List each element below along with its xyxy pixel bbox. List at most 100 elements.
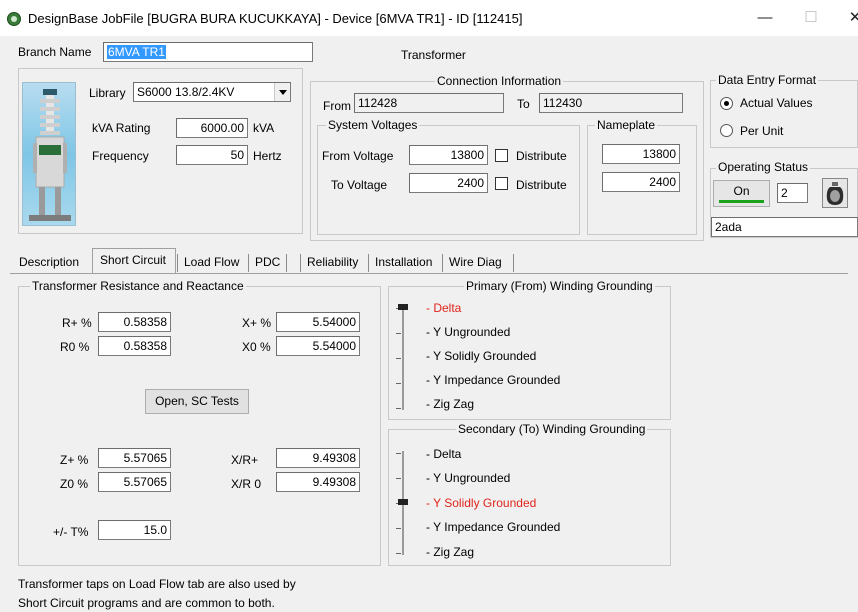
library-value: S6000 13.8/2.4KV: [137, 85, 235, 99]
tab-strip-border: [10, 273, 848, 274]
to-voltage-input[interactable]: 2400: [409, 173, 488, 193]
frequency-label: Frequency: [92, 149, 149, 163]
x-zero-input[interactable]: 5.54000: [276, 336, 360, 356]
z-zero-input[interactable]: 5.57065: [98, 472, 171, 492]
secondary-option-zig-zag[interactable]: - Zig Zag: [426, 545, 474, 559]
tab-reliability[interactable]: Reliability: [303, 252, 362, 274]
secondary-option-y-ungrounded[interactable]: - Y Ungrounded: [426, 471, 510, 485]
tab-load-flow[interactable]: Load Flow: [180, 252, 243, 274]
slider-tick: [396, 408, 401, 409]
primary-option-zig-zag[interactable]: - Zig Zag: [426, 397, 474, 411]
xr-pos-input[interactable]: 9.49308: [276, 448, 360, 468]
secondary-option-y-impedance-grounded[interactable]: - Y Impedance Grounded: [426, 520, 560, 534]
per-unit-radio[interactable]: [720, 124, 733, 137]
connection-title: Connection Information: [435, 74, 564, 88]
title-bar: DesignBase JobFile [BUGRA BURA KUCUKKAYA…: [0, 0, 858, 36]
primary-option-y-solidly-grounded[interactable]: - Y Solidly Grounded: [426, 349, 536, 363]
tab-description[interactable]: Description: [15, 252, 83, 274]
maximize-button[interactable]: ☐: [788, 4, 834, 32]
z-pos-label: Z+ %: [60, 453, 89, 467]
device-type-label: Transformer: [401, 48, 466, 62]
primary-option-y-impedance-grounded[interactable]: - Y Impedance Grounded: [426, 373, 560, 387]
xr-zero-input[interactable]: 9.49308: [276, 472, 360, 492]
minimize-button[interactable]: —: [742, 4, 788, 32]
tap-label: +/- T%: [53, 525, 89, 539]
x-pos-input[interactable]: 5.54000: [276, 312, 360, 332]
tab-installation[interactable]: Installation: [371, 252, 436, 274]
transformer-image: [22, 82, 76, 226]
tab-short-circuit[interactable]: Short Circuit: [96, 250, 170, 272]
tab-separator: [248, 254, 249, 272]
secondary-slider-thumb[interactable]: [398, 499, 408, 505]
to-voltage-label: To Voltage: [331, 178, 388, 192]
tab-separator: [513, 254, 514, 272]
from-voltage-input[interactable]: 13800: [409, 145, 488, 165]
frequency-unit: Hertz: [253, 149, 282, 163]
kva-rating-input[interactable]: 6000.00: [176, 118, 248, 138]
kva-unit: kVA: [253, 121, 275, 135]
xr-pos-label: X/R+: [231, 453, 259, 467]
library-label: Library: [89, 86, 126, 100]
branch-name-input[interactable]: 6MVA TR1: [103, 42, 313, 62]
z-pos-input[interactable]: 5.57065: [98, 448, 171, 468]
r-zero-input[interactable]: 0.58358: [98, 336, 171, 356]
z-zero-label: Z0 %: [60, 477, 89, 491]
r-pos-input[interactable]: 0.58358: [98, 312, 171, 332]
primary-option-y-ungrounded[interactable]: - Y Ungrounded: [426, 325, 510, 339]
footer-note-line-1: Transformer taps on Load Flow tab are al…: [18, 577, 296, 591]
frequency-input[interactable]: 50: [176, 145, 248, 165]
tab-separator: [442, 254, 443, 272]
r-pos-label: R+ %: [62, 316, 92, 330]
window-title: DesignBase JobFile [BUGRA BURA KUCUKKAYA…: [28, 11, 523, 26]
x-pos-label: X+ %: [242, 316, 272, 330]
primary-slider-track[interactable]: [402, 306, 404, 410]
tab-separator: [286, 254, 287, 272]
library-select[interactable]: S6000 13.8/2.4KV: [133, 82, 291, 102]
slider-tick: [396, 453, 401, 454]
slider-tick: [396, 553, 401, 554]
data-entry-title: Data Entry Format: [716, 73, 819, 87]
actual-values-label: Actual Values: [740, 96, 813, 110]
from-label: From: [323, 99, 351, 113]
slider-tick: [396, 358, 401, 359]
secondary-option-y-solidly-grounded[interactable]: - Y Solidly Grounded: [426, 496, 536, 510]
resistance-title: Transformer Resistance and Reactance: [30, 279, 246, 293]
slider-tick: [396, 383, 401, 384]
secondary-option-delta[interactable]: - Delta: [426, 447, 461, 461]
nameplate-from-input[interactable]: 13800: [602, 144, 680, 164]
to-label: To: [517, 97, 530, 111]
slider-tick: [396, 333, 401, 334]
from-distribute-checkbox[interactable]: [495, 149, 508, 162]
tap-input[interactable]: 15.0: [98, 520, 171, 540]
actual-values-radio[interactable]: [720, 97, 733, 110]
tab-pdc[interactable]: PDC: [251, 252, 284, 274]
operating-status-title: Operating Status: [716, 160, 811, 174]
data-entry-group: [710, 80, 858, 148]
status-count-input[interactable]: 2: [777, 183, 808, 203]
to-distribute-label: Distribute: [516, 178, 567, 192]
on-button[interactable]: On: [713, 180, 770, 207]
nameplate-to-input[interactable]: 2400: [602, 172, 680, 192]
tab-separator: [300, 254, 301, 272]
on-label: On: [733, 184, 750, 198]
tab-separator: [368, 254, 369, 272]
nameplate-title: Nameplate: [595, 118, 658, 132]
primary-grounding-title: Primary (From) Winding Grounding: [464, 279, 655, 293]
per-unit-label: Per Unit: [740, 124, 784, 138]
footer-note-line-2: Short Circuit programs and are common to…: [18, 596, 275, 610]
primary-option-delta[interactable]: - Delta: [426, 301, 461, 315]
x-zero-label: X0 %: [242, 340, 271, 354]
slider-tick: [396, 478, 401, 479]
device-status-button[interactable]: [822, 178, 848, 208]
tab-wire-diag[interactable]: Wire Diag: [445, 252, 506, 274]
status-note-input[interactable]: 2ada: [711, 217, 858, 237]
chevron-down-icon[interactable]: [274, 83, 290, 101]
to-bus-field: 112430: [539, 93, 683, 113]
open-sc-tests-button[interactable]: Open, SC Tests: [145, 389, 249, 414]
r-zero-label: R0 %: [60, 340, 90, 354]
from-bus-field: 112428: [354, 93, 504, 113]
branch-name-label: Branch Name: [18, 45, 92, 59]
to-distribute-checkbox[interactable]: [495, 177, 508, 190]
close-button[interactable]: ✕: [832, 4, 858, 32]
primary-slider-thumb[interactable]: [398, 304, 408, 310]
